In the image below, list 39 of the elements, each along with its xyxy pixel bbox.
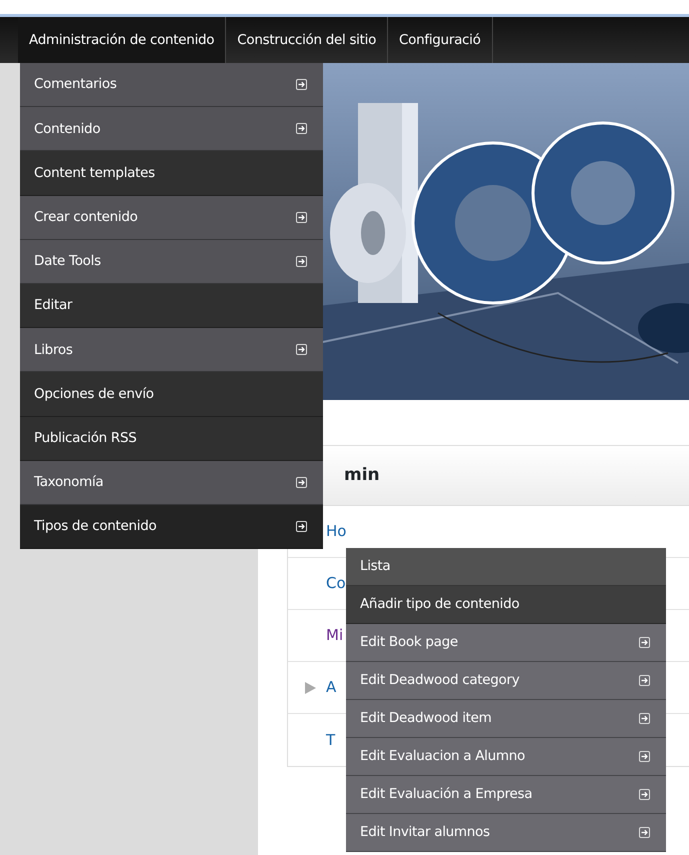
sidebar-link[interactable]: Ho <box>326 520 346 543</box>
submenu-arrow-icon <box>639 637 650 648</box>
submenu-arrow-icon <box>639 713 650 724</box>
submenu-arrow-icon <box>639 675 650 686</box>
menu-item[interactable]: Libros <box>20 328 323 372</box>
sidebar-link[interactable]: Mi <box>326 624 344 647</box>
menu-item[interactable]: Date Tools <box>20 240 323 284</box>
menu-item[interactable]: Edit Evaluación a Empresa <box>346 776 666 814</box>
sidebar-link[interactable]: A <box>326 676 336 699</box>
submenu-arrow-icon <box>296 520 307 532</box>
submenu-arrow-icon <box>639 751 650 762</box>
menu-item[interactable]: Editar <box>20 284 323 328</box>
menu-item[interactable]: Edit Deadwood item <box>346 700 666 738</box>
top-menu-item[interactable]: Administración de contenido <box>18 17 226 63</box>
menu-item[interactable]: Comentarios <box>20 63 323 108</box>
submenu-arrow-icon <box>296 123 307 134</box>
menu-item[interactable]: Edit Deadwood category <box>346 662 666 700</box>
menu-item[interactable]: Contenido <box>20 107 323 152</box>
menu-item[interactable]: Publicación RSS <box>20 416 323 461</box>
menu-item[interactable]: Opciones de envío <box>20 372 323 416</box>
menu-item[interactable]: Lista <box>346 548 666 586</box>
menu-item[interactable]: Edit Invitar alumnos <box>346 814 666 852</box>
submenu-arrow-icon <box>296 212 307 223</box>
expand-triangle-icon <box>305 682 316 694</box>
menu-item[interactable]: Tipos de contenido <box>20 504 323 550</box>
submenu-arrow-icon <box>296 256 307 267</box>
submenu-arrow-icon <box>296 344 307 356</box>
menu-item[interactable]: Edit Book page <box>346 624 666 662</box>
sidebar-link[interactable]: T <box>326 728 336 752</box>
submenu-arrow-icon <box>296 476 307 488</box>
menu-item[interactable]: Taxonomía <box>20 460 323 505</box>
submenu-arrow-icon <box>639 789 650 800</box>
menu-item[interactable]: Crear contenido <box>20 196 323 240</box>
sidebar-link[interactable]: Co <box>326 572 346 595</box>
menu-item[interactable]: Edit Evaluacion a Alumno <box>346 738 666 776</box>
menu-item[interactable]: Añadir tipo de contenido <box>346 586 666 624</box>
menu-item[interactable]: Content templates <box>20 151 323 196</box>
submenu-arrow-icon <box>296 79 307 90</box>
submenu-arrow-icon <box>639 827 650 838</box>
